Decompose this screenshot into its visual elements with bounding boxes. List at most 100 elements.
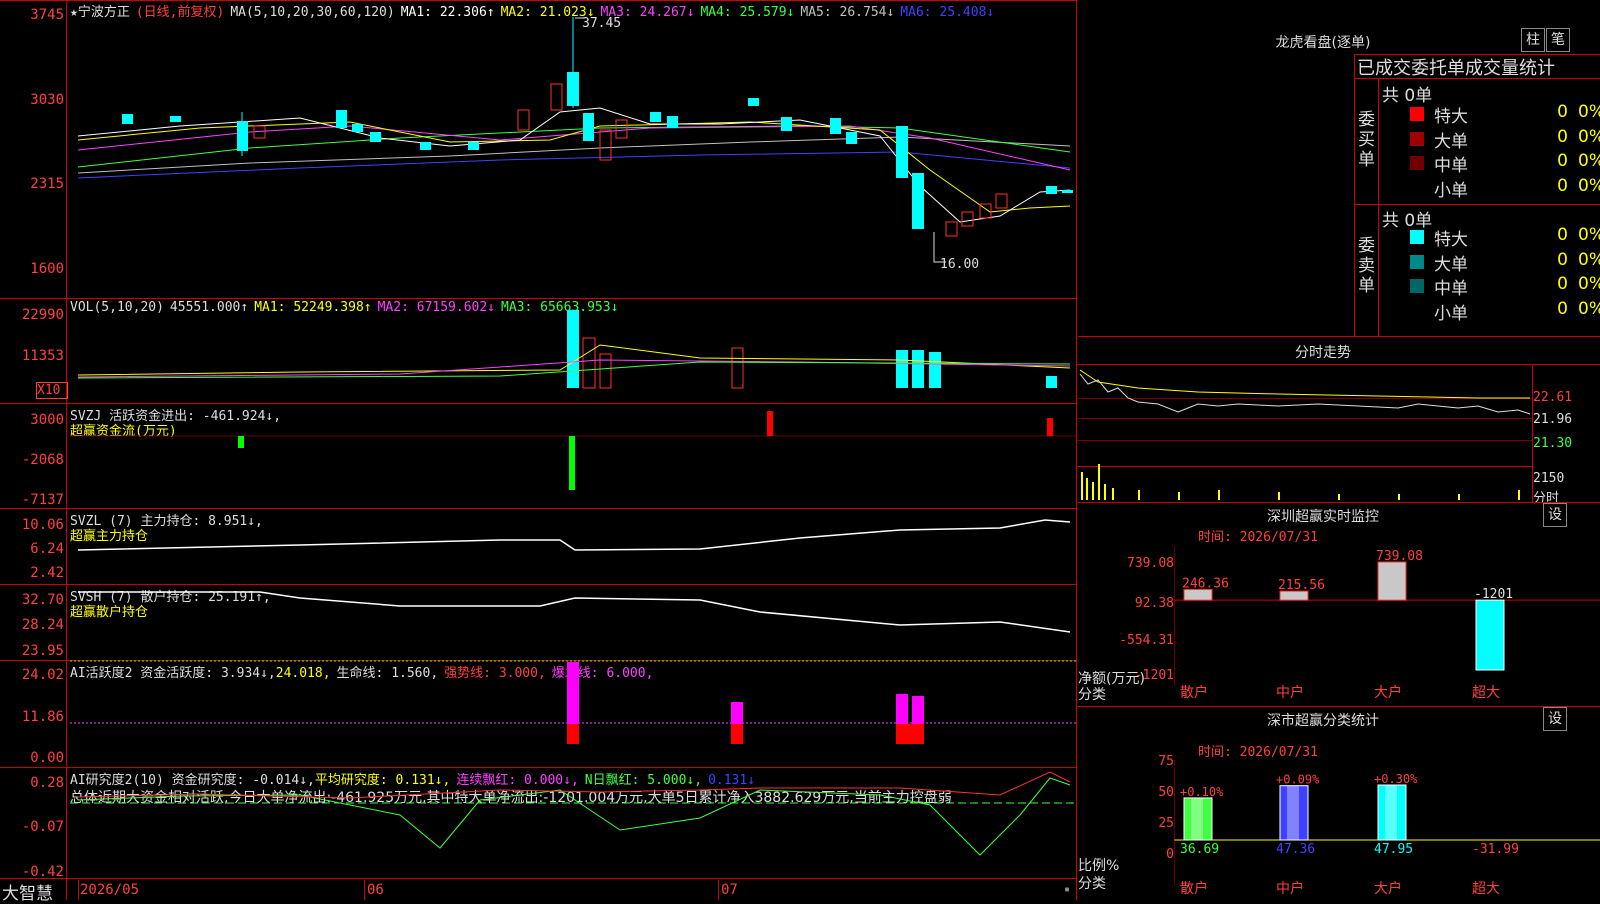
buy-row: 特大 0 0% bbox=[1410, 102, 1600, 127]
sell-row: 小单 0 0% bbox=[1410, 298, 1600, 324]
ma5-line bbox=[77, 136, 1071, 174]
classify-settings-button[interactable]: 设 bbox=[1543, 707, 1567, 731]
classify-bar-highlight bbox=[1191, 797, 1203, 840]
classify-category: 中户 bbox=[1276, 881, 1304, 897]
color-swatch bbox=[1410, 254, 1424, 269]
monitor-category: 超大 bbox=[1472, 685, 1500, 701]
color-swatch bbox=[1410, 303, 1424, 318]
order-percent: 0% bbox=[1578, 126, 1600, 147]
high-label: 37.45 bbox=[582, 16, 621, 31]
low-label: 16.00 bbox=[940, 257, 979, 272]
intraday-graphics bbox=[1079, 369, 1531, 500]
longhu-header: 已成交委托单成交量统计 bbox=[1357, 58, 1555, 79]
sell-row: 特大 0 0% bbox=[1410, 225, 1600, 250]
monitor-bar-label: -1201 bbox=[1474, 587, 1513, 602]
classify-category: 散户 bbox=[1180, 881, 1208, 897]
tick-view-button[interactable]: 笔 bbox=[1546, 28, 1570, 52]
bar-view-button[interactable]: 柱 bbox=[1521, 28, 1545, 52]
intraday-title: 分时走势 bbox=[1295, 345, 1351, 361]
order-size-label: 特大 bbox=[1434, 230, 1468, 250]
order-percent: 0% bbox=[1578, 102, 1600, 122]
classify-time: 时间: 2026/07/31 bbox=[1198, 745, 1318, 760]
intraday-vol-tick: 2150 bbox=[1533, 471, 1565, 486]
sell-side-label: 委卖单 bbox=[1358, 236, 1375, 296]
classify-bar-top-label: +0.10% bbox=[1180, 785, 1224, 799]
classify-bar-highlight bbox=[1287, 785, 1299, 840]
intraday-ytick: 21.30 bbox=[1533, 436, 1573, 451]
classify-bar-highlight bbox=[1385, 785, 1397, 840]
monitor-title: 深圳超赢实时监控 bbox=[1267, 509, 1379, 525]
volume-bars bbox=[567, 310, 1057, 389]
intraday-ytick: 21.96 bbox=[1533, 412, 1573, 427]
order-count: 0 bbox=[1557, 249, 1568, 270]
classify-chart: +0.10% 36.69 +0.09% 47.36 +0.30% 47.95 -31.99 bbox=[1174, 760, 1600, 886]
color-swatch bbox=[1410, 131, 1424, 146]
order-percent: 0% bbox=[1578, 249, 1600, 270]
classify-bar-value: -31.99 bbox=[1472, 842, 1519, 857]
monitor-ytick: 739.08 bbox=[1127, 556, 1174, 571]
classify-ylabel: 比例% bbox=[1078, 858, 1120, 874]
color-swatch bbox=[1410, 279, 1424, 293]
ma4-line bbox=[77, 125, 1071, 168]
order-size-label: 大单 bbox=[1434, 131, 1468, 152]
classify-bar-value: 47.36 bbox=[1276, 842, 1315, 857]
monitor-bar-label: 739.08 bbox=[1376, 549, 1423, 564]
order-percent: 0% bbox=[1578, 225, 1600, 245]
classify-ytick: 25 bbox=[1158, 816, 1174, 831]
monitor-bar bbox=[1377, 561, 1407, 601]
monitor-xlabel: 分类 bbox=[1078, 687, 1106, 703]
order-count: 0 bbox=[1557, 102, 1568, 122]
intraday-ytick: 22.61 bbox=[1533, 390, 1573, 405]
chart-graphics: 37.45 16.00 bbox=[70, 16, 1076, 856]
monitor-category: 中户 bbox=[1276, 685, 1304, 701]
order-size-label: 中单 bbox=[1434, 279, 1468, 299]
order-size-label: 小单 bbox=[1434, 303, 1468, 324]
classify-bar-top-label: +0.09% bbox=[1276, 773, 1320, 787]
order-size-label: 中单 bbox=[1434, 156, 1468, 176]
monitor-bar-label: 215.56 bbox=[1278, 578, 1325, 593]
classify-bar-value: 36.69 bbox=[1180, 842, 1219, 857]
order-count: 0 bbox=[1557, 274, 1568, 294]
classify-category: 大户 bbox=[1374, 881, 1402, 897]
order-count: 0 bbox=[1557, 126, 1568, 147]
classify-xlabel: 分类 bbox=[1078, 876, 1106, 892]
classify-ytick: 50 bbox=[1158, 785, 1174, 800]
monitor-ytick: -554.31 bbox=[1119, 633, 1174, 648]
order-count: 0 bbox=[1557, 175, 1568, 196]
classify-ytick: 75 bbox=[1158, 754, 1174, 769]
sell-row: 中单 0 0% bbox=[1410, 274, 1600, 299]
classify-bar-top-label: +0.30% bbox=[1374, 772, 1418, 786]
order-count: 0 bbox=[1557, 151, 1568, 171]
classify-bar-value: 47.95 bbox=[1374, 842, 1413, 857]
order-size-label: 小单 bbox=[1434, 180, 1468, 201]
buy-row: 小单 0 0% bbox=[1410, 175, 1600, 201]
chart-area[interactable]: 3745 3030 2315 1600 22990 11353 X10 3000… bbox=[0, 0, 1077, 904]
order-percent: 0% bbox=[1578, 298, 1600, 319]
longhu-title: 龙虎看盘(逐单) bbox=[1275, 35, 1371, 51]
order-percent: 0% bbox=[1578, 274, 1600, 294]
monitor-bar-label: 246.36 bbox=[1182, 576, 1229, 591]
monitor-bar bbox=[1475, 599, 1505, 671]
order-count: 0 bbox=[1557, 225, 1568, 245]
monitor-settings-button[interactable]: 设 bbox=[1543, 503, 1567, 527]
order-size-label: 特大 bbox=[1434, 107, 1468, 127]
order-percent: 0% bbox=[1578, 175, 1600, 196]
color-swatch bbox=[1410, 230, 1424, 244]
color-swatch bbox=[1410, 156, 1424, 170]
monitor-chart: 246.36 215.56 739.08 -1201 bbox=[1174, 546, 1600, 686]
monitor-ytick: 92.38 bbox=[1134, 596, 1174, 611]
buy-row: 中单 0 0% bbox=[1410, 151, 1600, 176]
order-size-label: 大单 bbox=[1434, 254, 1468, 275]
buy-row: 大单 0 0% bbox=[1410, 126, 1600, 152]
order-count: 0 bbox=[1557, 298, 1568, 319]
classify-ytick: 0 bbox=[1166, 847, 1174, 862]
monitor-time: 时间: 2026/07/31 bbox=[1198, 530, 1318, 545]
right-panel: 龙虎看盘(逐单) 柱 笔 已成交委托单成交量统计 委买单 委卖单 共 0单 共 … bbox=[1078, 0, 1600, 900]
color-swatch bbox=[1410, 107, 1424, 121]
monitor-category: 散户 bbox=[1180, 685, 1208, 701]
classify-category: 超大 bbox=[1472, 881, 1500, 897]
classify-title: 深市超赢分类统计 bbox=[1267, 713, 1379, 729]
order-percent: 0% bbox=[1578, 151, 1600, 171]
color-swatch bbox=[1410, 180, 1424, 195]
buy-side-label: 委买单 bbox=[1358, 110, 1375, 170]
